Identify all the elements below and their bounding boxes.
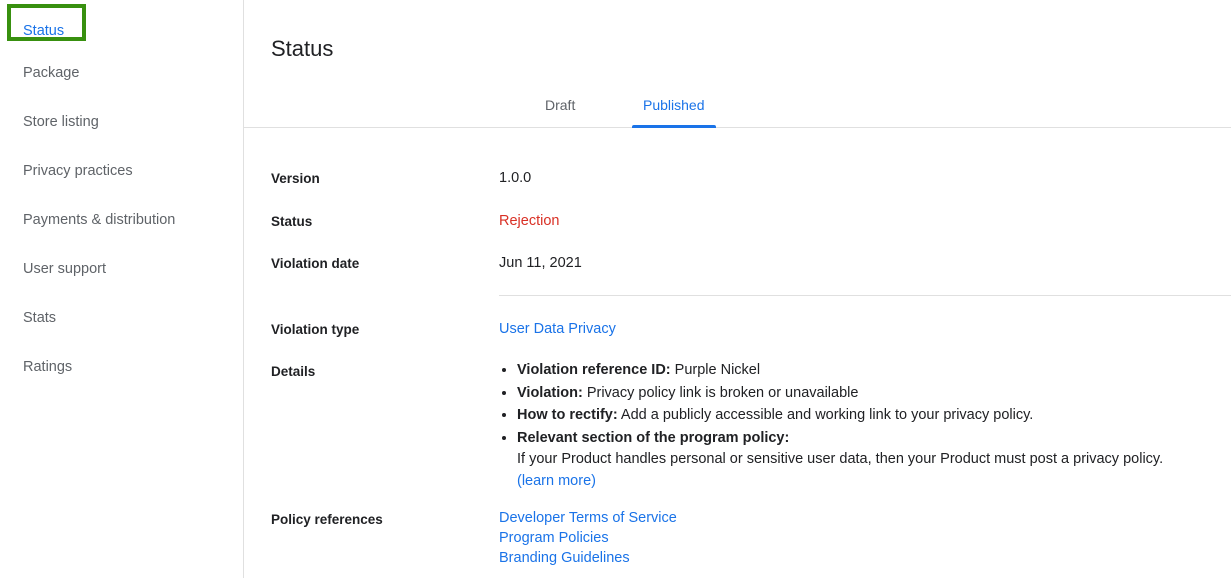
bullet-term: How to rectify: bbox=[517, 407, 618, 423]
tab-published[interactable]: Published bbox=[632, 84, 715, 128]
sidebar-item-package[interactable]: Package bbox=[23, 64, 79, 82]
policy-reference-links: Developer Terms of Service Program Polic… bbox=[499, 508, 677, 568]
list-item: How to rectify: Add a publicly accessibl… bbox=[517, 404, 1221, 427]
sidebar: Status Package Store listing Privacy pra… bbox=[0, 0, 244, 578]
sidebar-item-status[interactable]: Status bbox=[23, 22, 64, 40]
tab-bar: Draft Published bbox=[244, 84, 1231, 128]
bullet-text: Purple Nickel bbox=[670, 362, 761, 378]
details-content: Violation reference ID: Purple Nickel Vi… bbox=[499, 359, 1221, 492]
tab-draft[interactable]: Draft bbox=[545, 84, 575, 127]
label-details: Details bbox=[271, 364, 316, 379]
learn-more-link[interactable]: (learn more) bbox=[517, 471, 1221, 493]
list-item: Relevant section of the program policy: … bbox=[517, 427, 1221, 493]
details-bullet-list: Violation reference ID: Purple Nickel Vi… bbox=[499, 359, 1221, 492]
bullet-term: Violation: bbox=[517, 384, 583, 401]
sidebar-item-ratings[interactable]: Ratings bbox=[23, 358, 72, 376]
page-title: Status bbox=[271, 35, 334, 61]
status-badge: Rejection bbox=[499, 213, 560, 229]
policy-excerpt-text: If your Product handles personal or sens… bbox=[517, 451, 1164, 467]
link-program-policies[interactable]: Program Policies bbox=[499, 528, 677, 548]
label-violation-date: Violation date bbox=[271, 256, 360, 271]
sidebar-item-stats[interactable]: Stats bbox=[23, 309, 56, 327]
main-content: Status Draft Published Version 1.0.0 Sta… bbox=[244, 0, 1231, 578]
link-branding-guidelines[interactable]: Branding Guidelines bbox=[499, 548, 677, 568]
link-violation-type[interactable]: User Data Privacy bbox=[499, 320, 616, 339]
label-status: Status bbox=[271, 214, 313, 229]
label-version: Version bbox=[271, 171, 320, 186]
list-item: Violation: Privacy policy link is broken… bbox=[517, 382, 1221, 405]
bullet-text: Add a publicly accessible and working li… bbox=[617, 407, 1034, 423]
list-item: Violation reference ID: Purple Nickel bbox=[517, 359, 1221, 382]
bullet-term: Violation reference ID: bbox=[517, 362, 671, 378]
label-violation-type: Violation type bbox=[271, 322, 360, 337]
section-divider bbox=[499, 295, 1231, 296]
app-root: Status Package Store listing Privacy pra… bbox=[0, 0, 1231, 578]
sidebar-item-user-support[interactable]: User support bbox=[23, 260, 106, 278]
value-version: 1.0.0 bbox=[499, 170, 532, 186]
bullet-term: Relevant section of the program policy: bbox=[517, 429, 790, 446]
bullet-text: Privacy policy link is broken or unavail… bbox=[582, 384, 859, 401]
detail-rows: Version 1.0.0 Status Rejection Violation… bbox=[244, 127, 1231, 578]
value-violation-date: Jun 11, 2021 bbox=[499, 255, 582, 271]
sidebar-item-privacy-practices[interactable]: Privacy practices bbox=[23, 162, 133, 180]
sidebar-item-store-listing[interactable]: Store listing bbox=[23, 113, 99, 131]
sidebar-item-payments-distribution[interactable]: Payments & distribution bbox=[23, 211, 175, 229]
link-developer-terms-of-service[interactable]: Developer Terms of Service bbox=[499, 508, 677, 528]
label-policy-references: Policy references bbox=[271, 512, 383, 527]
